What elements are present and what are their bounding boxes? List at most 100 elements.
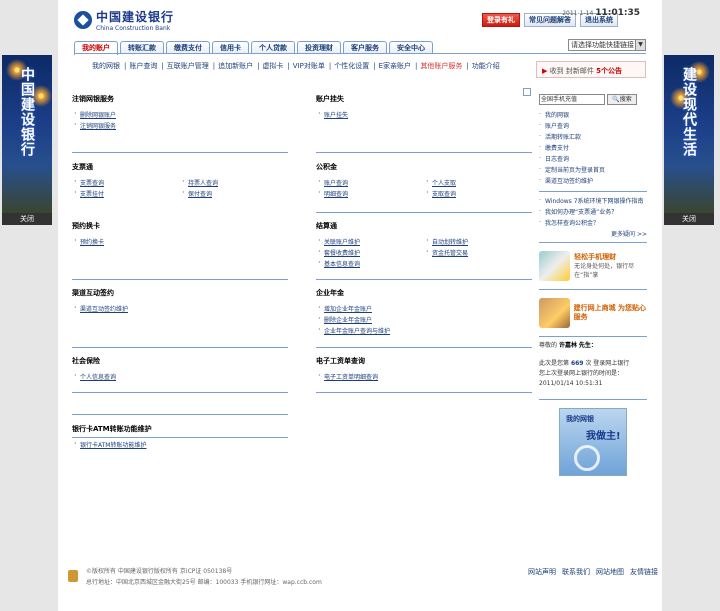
subnav-item[interactable]: 虚拟卡 — [262, 62, 283, 70]
section-link[interactable]: 企业年金账户查询与维护 — [316, 325, 532, 335]
msg-mid[interactable]: 封新邮件 — [566, 67, 594, 75]
mobile-promo[interactable]: 轻松手机理财 无论身处何处，银行尽在“指”掌 — [539, 247, 647, 285]
footer-link[interactable]: 联系我们 — [562, 568, 590, 576]
help-link[interactable]: 我如何办理“支票通”业务？ — [539, 206, 647, 218]
section-link[interactable]: 预约换卡 — [72, 236, 288, 246]
section-link[interactable]: 账户挂失 — [316, 109, 532, 119]
section-link[interactable]: 支取查询 — [424, 188, 532, 198]
quick-link[interactable]: 日志查询 — [539, 153, 647, 165]
section-link[interactable]: 删除网银账户 — [72, 109, 288, 119]
copyright: ©版权所有 中国建设银行版权所有 京ICP证 050138号 — [86, 568, 233, 575]
section-link[interactable]: 渠道互动签约维护 — [72, 303, 288, 313]
time-text: 11:01:35 — [595, 8, 640, 18]
last-login-time: 2011/01/14 10:51:31 — [539, 380, 603, 387]
more-link[interactable]: 更多疑问 >> — [539, 229, 647, 238]
section-link[interactable]: 个人支取 — [424, 177, 532, 187]
footer-link[interactable]: 网站地图 — [596, 568, 624, 576]
date-text: 2011-1-14 — [562, 10, 594, 17]
banner-text: 建设现代生活 — [681, 67, 697, 157]
visit-text: 此次是您第 — [539, 360, 570, 367]
section-divider — [316, 392, 532, 393]
quick-link[interactable]: 我的网银 — [539, 109, 647, 121]
mall-promo[interactable]: 建行网上商城 为您贴心服务 — [539, 294, 647, 332]
subnav-item[interactable]: 追加新账户 — [218, 62, 253, 70]
subnav-item[interactable]: VIP对账单 — [293, 62, 325, 70]
subnav-item[interactable]: 账户查询 — [129, 62, 157, 70]
section-link[interactable]: 保付查询 — [180, 188, 288, 198]
ccb-logo-icon — [574, 445, 600, 471]
bank-logo[interactable]: 中国建设银行 China Construction Bank — [74, 8, 174, 32]
section-link[interactable]: 关联账户维护 — [316, 236, 424, 246]
section-link[interactable]: 增加企业年金账户 — [316, 303, 532, 313]
section-link[interactable]: 账户查询 — [316, 177, 424, 187]
message-box[interactable]: ▶ 收到 封新邮件 5个公告 — [536, 61, 646, 78]
footer-link[interactable]: 友情链接 — [630, 568, 658, 576]
section-link[interactable]: 基本信息查询 — [316, 258, 424, 268]
promo-button[interactable]: 登录有礼 — [482, 13, 520, 27]
divider — [539, 289, 647, 290]
subnav-item[interactable]: 个性化设置 — [334, 62, 369, 70]
search-input[interactable]: 全国手机充值 — [539, 94, 605, 105]
section-link[interactable]: 注销网银服务 — [72, 120, 288, 130]
promo-subtitle: 无论身处何处，银行尽在“指”掌 — [574, 262, 635, 279]
section-link[interactable]: 资金托管交易 — [424, 247, 532, 257]
subnav-item[interactable]: 其他账户服务 — [420, 62, 462, 70]
search-bar: 全国手机充值 🔍搜索 — [539, 94, 647, 105]
ccb-logo-icon — [74, 11, 92, 29]
section-link[interactable]: 套餐收费维护 — [316, 247, 424, 257]
service-section: 企业年金增加企业年金账户删除企业年金账户企业年金账户查询与维护 — [316, 288, 532, 335]
quick-link-select[interactable]: 请选择功能快捷链接 ▼ — [568, 39, 646, 51]
service-section: 电子工资单查询电子工资单明细查询 — [316, 356, 532, 381]
subnav-item[interactable]: 我的网银 — [92, 62, 120, 70]
right-column: 全国手机充值 🔍搜索 我的网银账户查询活期转账汇款缴费支付日志查询定制当前页为登… — [539, 94, 647, 476]
section-title: 账户挂失 — [316, 95, 344, 103]
section-divider — [72, 279, 288, 280]
section-title: 公积金 — [316, 163, 337, 171]
visit-count: 669 — [570, 360, 584, 367]
section-link[interactable]: 个人信息查询 — [72, 371, 288, 381]
select-value: 请选择功能快捷链接 — [571, 41, 634, 49]
footer-link[interactable]: 网站声明 — [528, 568, 556, 576]
section-divider — [72, 152, 288, 153]
service-section: 预约换卡预约换卡 — [72, 221, 288, 246]
right-ad-banner[interactable]: 建设现代生活 关闭 — [664, 55, 714, 225]
subnav-item[interactable]: 功能介绍 — [472, 62, 500, 70]
quick-link[interactable]: 活期转账汇款 — [539, 131, 647, 143]
section-link[interactable]: 支票挂付 — [72, 188, 180, 198]
quick-link[interactable]: 缴费支付 — [539, 142, 647, 154]
help-link[interactable]: 我怎样查询公积金？ — [539, 217, 647, 229]
search-button[interactable]: 🔍搜索 — [607, 94, 637, 105]
section-title: 渠道互动签约 — [72, 289, 114, 297]
quick-link[interactable]: 账户查询 — [539, 120, 647, 132]
greet-prefix: 尊敬的 — [539, 342, 558, 349]
section-link[interactable]: 自动划转维护 — [424, 236, 532, 246]
logo-name: 中国建设银行 — [96, 10, 175, 24]
quick-link[interactable]: 渠道互动签约维护 — [539, 175, 647, 187]
banner-close-button[interactable]: 关闭 — [664, 213, 714, 225]
section-link[interactable]: 明细查询 — [316, 188, 424, 198]
section-link[interactable]: 银行卡ATM转账功能维护 — [72, 439, 288, 449]
subnav-item[interactable]: 互联账户管理 — [167, 62, 209, 70]
welcome-info: 尊敬的 许嘉林 先生： 此次是您第 669 次 登录网上银行 您上次登录网上银行… — [539, 341, 647, 389]
section-link[interactable]: 删除企业年金账户 — [316, 314, 532, 324]
help-link[interactable]: Windows 7系统环境下网银操作指南 — [539, 195, 647, 207]
divider — [539, 191, 647, 192]
mall-image — [539, 298, 570, 328]
subnav-separator: | — [124, 62, 127, 70]
banner-close-button[interactable]: 关闭 — [2, 213, 52, 225]
notice-count[interactable]: 5个公告 — [596, 67, 622, 75]
quick-link[interactable]: 定制当前页为登录首页 — [539, 164, 647, 176]
chevron-down-icon[interactable]: ▼ — [635, 40, 645, 50]
quick-links: 我的网银账户查询活期转账汇款缴费支付日志查询定制当前页为登录首页渠道互动签约维护 — [539, 109, 647, 187]
subnav-item[interactable]: E家亲账户 — [379, 62, 411, 70]
logo-name-en: China Construction Bank — [96, 25, 171, 32]
left-ad-banner[interactable]: 中国建设银行 关闭 — [2, 55, 52, 225]
msg-prefix: 收到 — [549, 67, 564, 75]
section-link[interactable]: 持票人查询 — [180, 177, 288, 187]
my-banking-card[interactable]: 我的网银 我做主! — [559, 408, 627, 476]
service-section: 结算通关联账户维护自动划转维护套餐收费维护资金托管交易基本信息查询 — [316, 221, 532, 268]
section-link[interactable]: 电子工资单明细查询 — [316, 371, 532, 381]
subnav-separator: | — [373, 62, 376, 70]
subnav-separator: | — [466, 62, 469, 70]
section-link[interactable]: 支票查询 — [72, 177, 180, 187]
